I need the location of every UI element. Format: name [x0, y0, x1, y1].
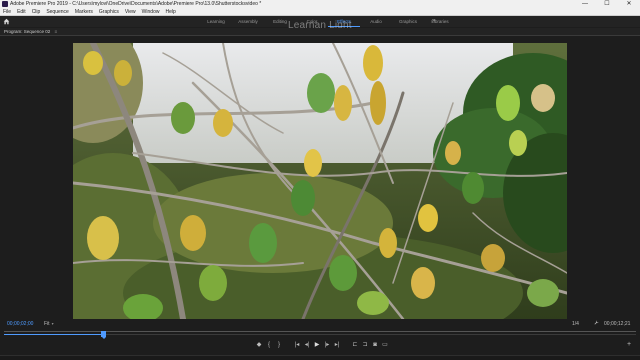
extract-button[interactable]: ⊐ [360, 340, 370, 349]
chevron-down-icon: ▾ [51, 321, 54, 326]
minimize-button[interactable]: — [574, 0, 596, 8]
panel-bottom-edge [0, 355, 640, 360]
settings-wrench-icon[interactable] [594, 319, 599, 329]
zoom-fit-value: Fit [44, 321, 50, 327]
video-frame-image [73, 43, 567, 319]
panel-menu-icon[interactable]: ≡ [55, 29, 58, 34]
scrub-bar[interactable] [4, 331, 636, 339]
menu-help[interactable]: Help [165, 8, 175, 15]
menu-markers[interactable]: Markers [75, 8, 93, 15]
menu-file[interactable]: File [3, 8, 11, 15]
scrub-progress [4, 334, 103, 335]
home-icon[interactable] [0, 16, 12, 27]
title-bar: Adobe Premiere Pro 2019 - C:\Users\mylov… [0, 0, 640, 8]
monitor-controls-row: 00;00;02;00 Fit ▾ 1/4 00;00;12;21 [0, 319, 640, 329]
lift-button[interactable]: ⊏ [350, 340, 360, 349]
mark-out-button[interactable]: } [274, 340, 284, 349]
transport-controls: ◆{} |◂ ◂| ▶ |▸ ▸| ⊏ ⊐ ◙ ▭ [254, 340, 390, 349]
menu-clip[interactable]: Clip [32, 8, 41, 15]
current-timecode[interactable]: 00;00;02;00 [7, 319, 33, 329]
tab-learning[interactable]: Learning [200, 16, 232, 27]
playback-resolution-select[interactable]: 1/4 [572, 319, 579, 329]
comparison-view-button[interactable]: ▭ [380, 340, 390, 349]
tab-graphics[interactable]: Graphics [392, 16, 424, 27]
duration-timecode: 00;00;12;21 [604, 321, 631, 327]
play-button[interactable]: ▶ [312, 340, 322, 349]
more-workspaces-button[interactable]: » [432, 16, 435, 27]
add-marker-button[interactable]: ◆ [254, 340, 264, 349]
tab-libraries[interactable]: Libraries [424, 16, 456, 27]
export-frame-button[interactable]: ◙ [370, 340, 380, 349]
premiere-app-icon [2, 1, 8, 7]
program-monitor-header: Program: Sequence 02 ≡ [0, 28, 640, 36]
window-title: Adobe Premiere Pro 2019 - C:\Users\mylov… [10, 1, 262, 7]
menu-view[interactable]: View [125, 8, 136, 15]
button-editor-add-icon[interactable]: + [627, 340, 631, 349]
menu-bar: File Edit Clip Sequence Markers Graphics… [0, 8, 640, 16]
tab-assembly[interactable]: Assembly [232, 16, 264, 27]
go-to-in-button[interactable]: |◂ [292, 340, 302, 349]
playhead[interactable] [101, 331, 106, 339]
step-forward-button[interactable]: |▸ [322, 340, 332, 349]
mark-in-button[interactable]: { [264, 340, 274, 349]
menu-window[interactable]: Window [142, 8, 160, 15]
go-to-out-button[interactable]: ▸| [332, 340, 342, 349]
zoom-fit-select[interactable]: Fit ▾ [44, 319, 54, 329]
menu-sequence[interactable]: Sequence [46, 8, 69, 15]
close-button[interactable]: ✕ [618, 0, 640, 8]
menu-graphics[interactable]: Graphics [99, 8, 119, 15]
program-monitor [0, 36, 640, 319]
video-frame[interactable] [73, 43, 567, 319]
menu-edit[interactable]: Edit [17, 8, 26, 15]
tab-audio[interactable]: Audio [360, 16, 392, 27]
panel-title[interactable]: Program: Sequence 02 [4, 29, 50, 34]
step-back-button[interactable]: ◂| [302, 340, 312, 349]
maximize-button[interactable]: ☐ [596, 0, 618, 8]
